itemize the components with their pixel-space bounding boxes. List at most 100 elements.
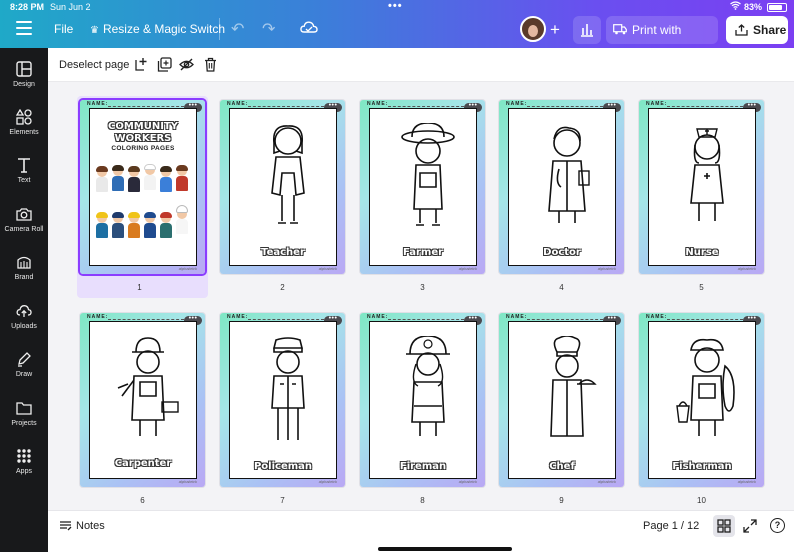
coloring-sheet: COMMUNITY WORKERS COLORING PAGES [89, 108, 197, 266]
name-field-label: NAME: [506, 314, 528, 320]
duplicate-page-icon[interactable] [157, 57, 172, 72]
bar-chart-icon [581, 24, 593, 37]
add-collaborator-plus-icon[interactable]: + [544, 19, 566, 41]
hamburger-menu-icon[interactable] [16, 21, 32, 35]
page-thumbnail-7[interactable]: NAME: ••• Policeman alphabrick [220, 313, 345, 487]
name-field-label: NAME: [646, 314, 668, 320]
name-field-line [527, 106, 603, 107]
page-caption: Fireman [399, 461, 447, 472]
sidebar-item-label: Brand [14, 274, 34, 281]
signature-logo: alphabrick [597, 479, 616, 484]
worker-illustration [550, 336, 597, 437]
name-field-line [108, 106, 184, 107]
page-thumbnail-4[interactable]: NAME: ••• Doctor alphabrick [499, 100, 624, 274]
sidebar-item-camera-roll[interactable]: Camera Roll [0, 206, 48, 233]
name-field-label: NAME: [227, 101, 249, 107]
signature-logo: alphabrick [178, 479, 197, 484]
coloring-sheet [369, 108, 477, 266]
sidebar-item-label: Projects [11, 420, 37, 427]
page-number: 2 [280, 283, 285, 292]
coloring-sheet [89, 321, 197, 479]
page-indicator[interactable]: Page 1 / 12 [643, 520, 699, 532]
coloring-sheet [648, 108, 756, 266]
status-bar: 8:28 PM Sun Jun 2 ••• 83% [0, 0, 794, 14]
grid-view-button[interactable] [713, 515, 735, 537]
coloring-sheet [508, 108, 616, 266]
page-thumbnail-8[interactable]: NAME: ••• Fireman alphabrick [360, 313, 485, 487]
signature-logo: alphabrick [318, 479, 337, 484]
deselect-page-button[interactable]: Deselect page [59, 59, 129, 71]
name-field-label: NAME: [87, 101, 109, 107]
hide-page-icon[interactable] [179, 57, 194, 72]
sidebar-item-label: Apps [16, 468, 32, 475]
sidebar-item-text[interactable]: Text [0, 157, 48, 184]
page-caption: Nurse [685, 247, 719, 258]
name-field-line [527, 319, 603, 320]
page-number: 1 [137, 283, 142, 292]
status-time: 8:28 PM [10, 2, 45, 12]
sidebar-item-label: Draw [15, 371, 33, 378]
shapes-icon [16, 109, 32, 125]
page-thumbnail-10[interactable]: NAME: ••• Fisherman alphabrick [639, 313, 764, 487]
coloring-sheet [229, 108, 337, 266]
sidebar-item-draw[interactable]: Draw [0, 351, 48, 378]
page-thumbnail-2[interactable]: NAME: ••• Teacher alphabrick [220, 100, 345, 274]
add-page-icon[interactable] [134, 57, 149, 72]
file-menu-button[interactable]: File [54, 22, 73, 36]
sidebar-item-projects[interactable]: Projects [0, 400, 48, 427]
page-number: 10 [697, 496, 706, 505]
user-avatar[interactable] [520, 16, 546, 42]
camera-icon [16, 208, 32, 221]
divider [219, 18, 220, 40]
status-date: Sun Jun 2 [50, 2, 91, 12]
page-caption: Fisherman [672, 461, 732, 472]
name-field-line [108, 319, 184, 320]
notes-button[interactable]: Notes [59, 520, 105, 532]
top-bar: 8:28 PM Sun Jun 2 ••• 83% File ♛ Resize &… [0, 0, 794, 65]
trash-icon[interactable] [203, 57, 218, 72]
cover-subtitle: COLORING PAGES [111, 145, 175, 152]
home-indicator [378, 547, 512, 551]
page-thumbnail-1[interactable]: NAME: ••• COMMUNITY WORKERS COLORING PAG… [80, 100, 205, 274]
page-thumbnail-5[interactable]: NAME: ••• Nurse alphabrick [639, 100, 764, 274]
page-caption: Doctor [543, 247, 581, 258]
sidebar-item-label: Camera Roll [4, 226, 44, 233]
share-button[interactable]: Share [726, 16, 788, 44]
sidebar-item-apps[interactable]: Apps [0, 448, 48, 475]
name-field-label: NAME: [367, 314, 389, 320]
wifi-icon [730, 1, 741, 10]
name-field-label: NAME: [506, 101, 528, 107]
page-number: 5 [699, 283, 704, 292]
sidebar-item-brand[interactable]: Brand [0, 254, 48, 281]
name-field-label: NAME: [227, 314, 249, 320]
sidebar-item-design[interactable]: Design [0, 61, 48, 88]
page-thumbnail-3[interactable]: NAME: ••• Farmer alphabrick [360, 100, 485, 274]
expand-icon[interactable] [743, 519, 757, 533]
page-caption: Policeman [253, 461, 313, 472]
resize-label: Resize & Magic Switch [102, 22, 226, 36]
pen-icon [18, 352, 31, 367]
name-field-line [667, 319, 743, 320]
sidebar-item-elements[interactable]: Elements [0, 109, 48, 136]
page-number: 4 [559, 283, 564, 292]
undo-icon[interactable]: ↶ [231, 19, 244, 39]
page-thumbnail-9[interactable]: NAME: ••• Chef alphabrick [499, 313, 624, 487]
page-caption: Farmer [402, 247, 444, 258]
sidebar-item-label: Uploads [11, 323, 37, 330]
signature-logo: alphabrick [318, 266, 337, 271]
redo-icon[interactable]: ↷ [262, 19, 275, 39]
cloud-sync-icon[interactable] [300, 20, 318, 36]
page-thumbnail-6[interactable]: NAME: ••• Carpenter alphabrick [80, 313, 205, 487]
analytics-button[interactable] [573, 16, 601, 44]
name-field-label: NAME: [646, 101, 668, 107]
resize-magic-switch-button[interactable]: ♛ Resize & Magic Switch [90, 22, 225, 36]
name-field-line [667, 106, 743, 107]
sidebar-item-uploads[interactable]: Uploads [0, 303, 48, 330]
help-button[interactable]: ? [770, 518, 785, 533]
worker-illustration [406, 336, 450, 436]
print-with-canva-button[interactable]: Print with Canva [606, 16, 718, 65]
name-field-label: NAME: [367, 101, 389, 107]
multitasking-dots-icon[interactable]: ••• [388, 0, 403, 12]
signature-logo: alphabrick [458, 266, 477, 271]
worker-illustration [117, 337, 179, 436]
